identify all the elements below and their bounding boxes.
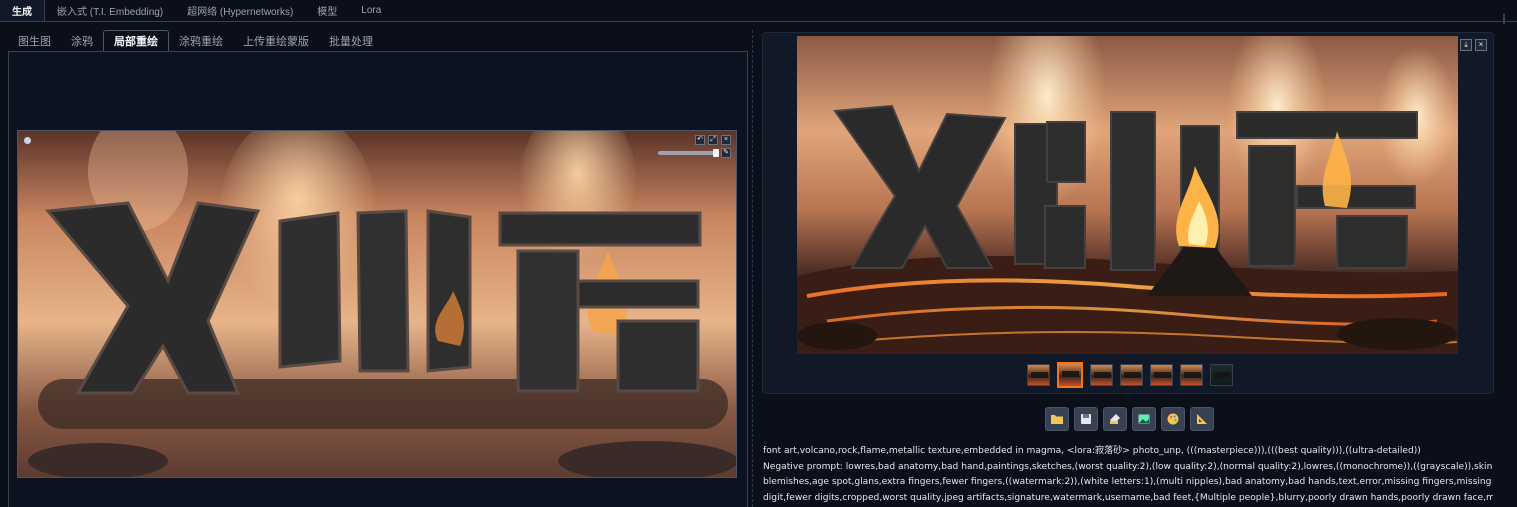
- zip-button[interactable]: [1103, 407, 1127, 431]
- image-icon: [1138, 414, 1150, 424]
- thumbnail[interactable]: [1027, 364, 1050, 386]
- thumbnail-selected[interactable]: [1057, 362, 1083, 388]
- save-icon: [1081, 414, 1091, 424]
- tab-sketch[interactable]: 涂鸦: [61, 30, 103, 52]
- tab-hypernetworks[interactable]: 超网络 (Hypernetworks): [175, 0, 305, 21]
- reset-button[interactable]: ⤢: [708, 135, 718, 145]
- brush-icon[interactable]: ✎: [721, 148, 731, 158]
- thumbnail[interactable]: [1210, 364, 1233, 386]
- thumbnail-preview: [1154, 372, 1171, 378]
- open-folder-button[interactable]: [1045, 407, 1069, 431]
- undo-button[interactable]: ↶: [695, 135, 705, 145]
- tab-img2img[interactable]: 图生图: [8, 30, 61, 52]
- send-to-inpaint-button[interactable]: [1161, 407, 1185, 431]
- thumbnail-preview: [1124, 372, 1141, 378]
- thumbnail-strip: [1027, 362, 1233, 388]
- tab-generate[interactable]: 生成: [0, 0, 45, 21]
- inpaint-canvas[interactable]: ↶ ⤢ × ✎: [17, 130, 737, 478]
- thumbnail[interactable]: [1180, 364, 1203, 386]
- download-icon[interactable]: ⤓: [1460, 39, 1472, 51]
- close-icon[interactable]: ×: [1475, 39, 1487, 51]
- thumbnail[interactable]: [1150, 364, 1173, 386]
- thumbnail[interactable]: [1090, 364, 1113, 386]
- thumbnail-preview: [1184, 372, 1201, 378]
- result-image[interactable]: [797, 36, 1458, 354]
- brush-size-slider[interactable]: [658, 149, 719, 157]
- save-button[interactable]: [1074, 407, 1098, 431]
- negative-prompt-text: Negative prompt: lowres,bad anatomy,bad …: [763, 461, 1493, 472]
- thumbnail[interactable]: [1120, 364, 1143, 386]
- slider-handle[interactable]: [713, 149, 719, 157]
- tab-model[interactable]: 模型: [305, 0, 349, 21]
- tab-lora[interactable]: Lora: [349, 0, 393, 21]
- ruler-icon: [1197, 414, 1207, 424]
- output-actions: [1045, 407, 1214, 431]
- canvas-controls: ↶ ⤢ ×: [695, 135, 731, 145]
- canvas-image: [18, 131, 736, 477]
- send-to-extras-button[interactable]: [1190, 407, 1214, 431]
- thumbnail-preview: [1094, 372, 1111, 378]
- prompt-text: font art,volcano,rock,flame,metallic tex…: [763, 446, 1421, 456]
- img2img-mode-tabs: 图生图 涂鸦 局部重绘 涂鸦重绘 上传重绘蒙版 批量处理: [8, 30, 383, 52]
- generation-info: font art,volcano,rock,flame,metallic tex…: [763, 444, 1493, 506]
- close-canvas-button[interactable]: ×: [721, 135, 731, 145]
- tab-inpaint-sketch[interactable]: 涂鸦重绘: [169, 30, 233, 52]
- tab-inpaint[interactable]: 局部重绘: [103, 30, 169, 52]
- info-dot: [24, 137, 31, 144]
- zip-icon: [1110, 414, 1120, 424]
- send-to-img2img-button[interactable]: [1132, 407, 1156, 431]
- thumbnail-preview: [1214, 372, 1231, 378]
- folder-icon: [1051, 415, 1063, 424]
- palette-icon: [1167, 413, 1179, 425]
- tab-batch[interactable]: 批量处理: [319, 30, 383, 52]
- tab-inpaint-upload[interactable]: 上传重绘蒙版: [233, 30, 319, 52]
- gallery-tools: ⤓ ×: [1460, 39, 1487, 51]
- thumbnail-preview: [1031, 372, 1048, 378]
- column-divider: [752, 30, 753, 507]
- result-image-graphic: [797, 36, 1458, 354]
- tab-embedding[interactable]: 嵌入式 (T.I. Embedding): [45, 0, 175, 21]
- negative-prompt-text-cont: blemishes,age spot,glans,extra fingers,f…: [763, 477, 1493, 487]
- thumbnail-preview: [1062, 371, 1079, 377]
- top-tab-bar: 生成 嵌入式 (T.I. Embedding) 超网络 (Hypernetwor…: [0, 0, 1517, 22]
- negative-prompt-text-cont: digit,fewer digits,cropped,worst quality…: [763, 492, 1493, 503]
- scroll-marker: [1503, 14, 1505, 24]
